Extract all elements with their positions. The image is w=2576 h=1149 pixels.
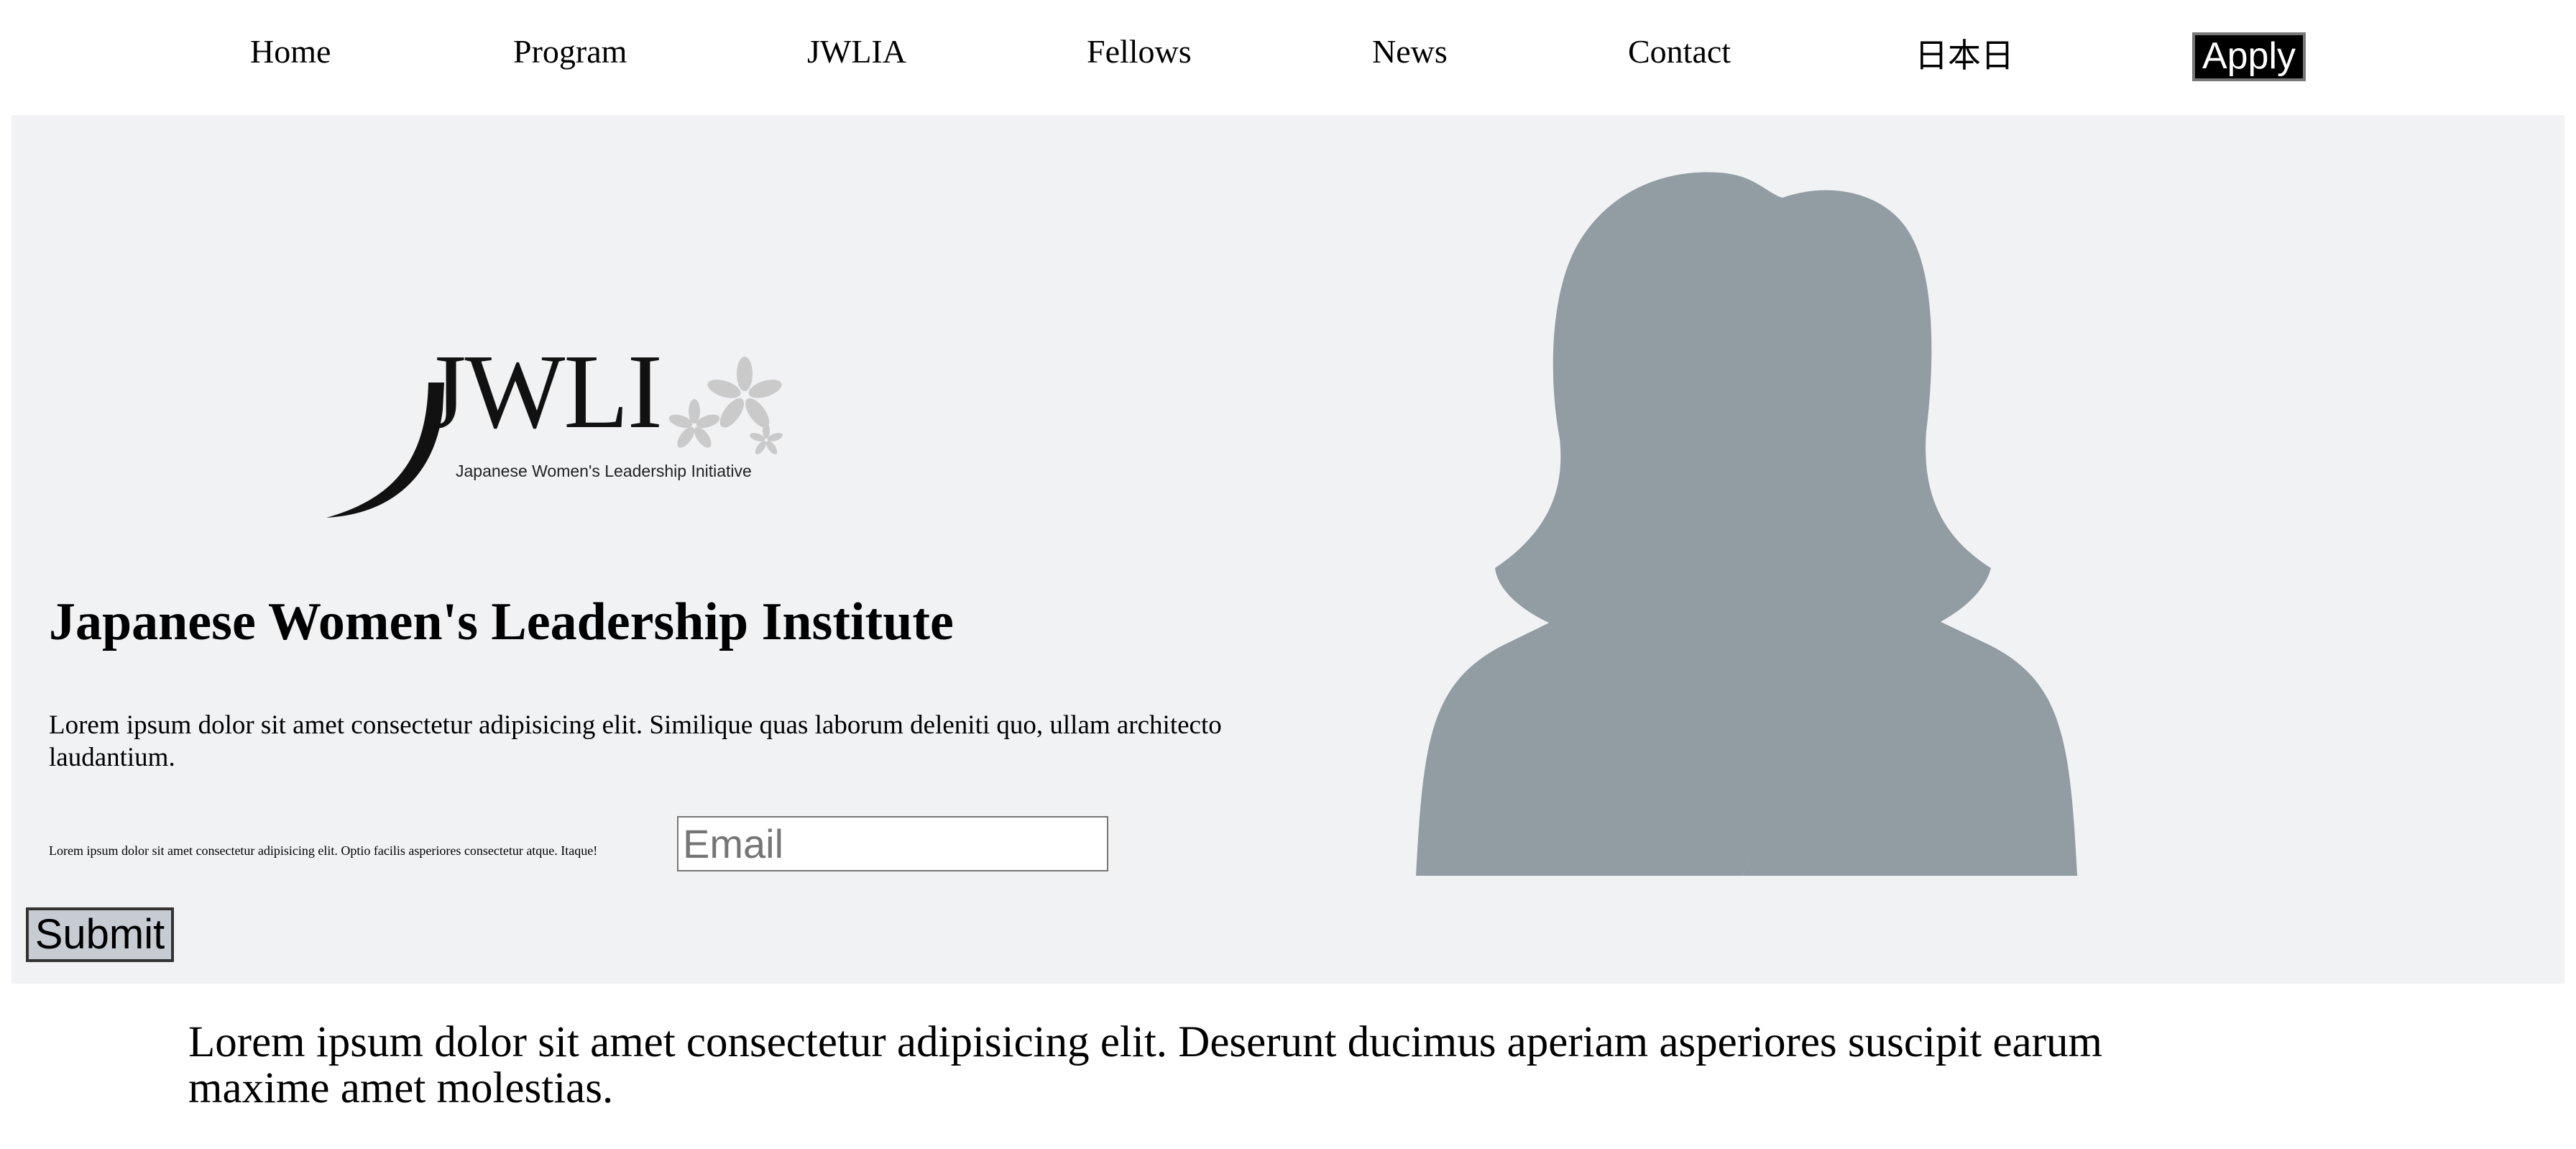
submit-button[interactable]: Submit [26, 907, 174, 962]
nav-japanese[interactable]: 日本日 [1915, 35, 2014, 78]
nav-contact[interactable]: Contact [1628, 30, 1731, 73]
intro-paragraph: Lorem ipsum dolor sit amet consectetur a… [188, 1018, 2102, 1112]
logo-wordmark: JWLI [425, 333, 663, 451]
profile-avatar-image [1416, 172, 2077, 876]
top-nav: Home Program JWLIA Fellows News Contact … [0, 0, 2576, 114]
logo-tagline: Japanese Women's Leadership Initiative [456, 462, 752, 480]
hero-section: JWLI Japanese Women's Leadership Initiat… [12, 115, 2564, 984]
nav-fellows[interactable]: Fellows [1087, 30, 1192, 73]
jwli-logo: JWLI Japanese Women's Leadership Initiat… [321, 237, 795, 525]
nav-program[interactable]: Program [513, 30, 627, 73]
apply-button[interactable]: Apply [2192, 32, 2306, 81]
hero-title: Japanese Women's Leadership Institute [49, 592, 954, 651]
nav-news[interactable]: News [1372, 30, 1448, 73]
nav-home[interactable]: Home [250, 30, 331, 73]
signup-note: Lorem ipsum dolor sit amet consectetur a… [49, 843, 598, 858]
hero-description: Lorem ipsum dolor sit amet consectetur a… [49, 710, 1222, 772]
nav-jwlia[interactable]: JWLIA [807, 30, 906, 73]
email-input[interactable] [677, 816, 1108, 871]
